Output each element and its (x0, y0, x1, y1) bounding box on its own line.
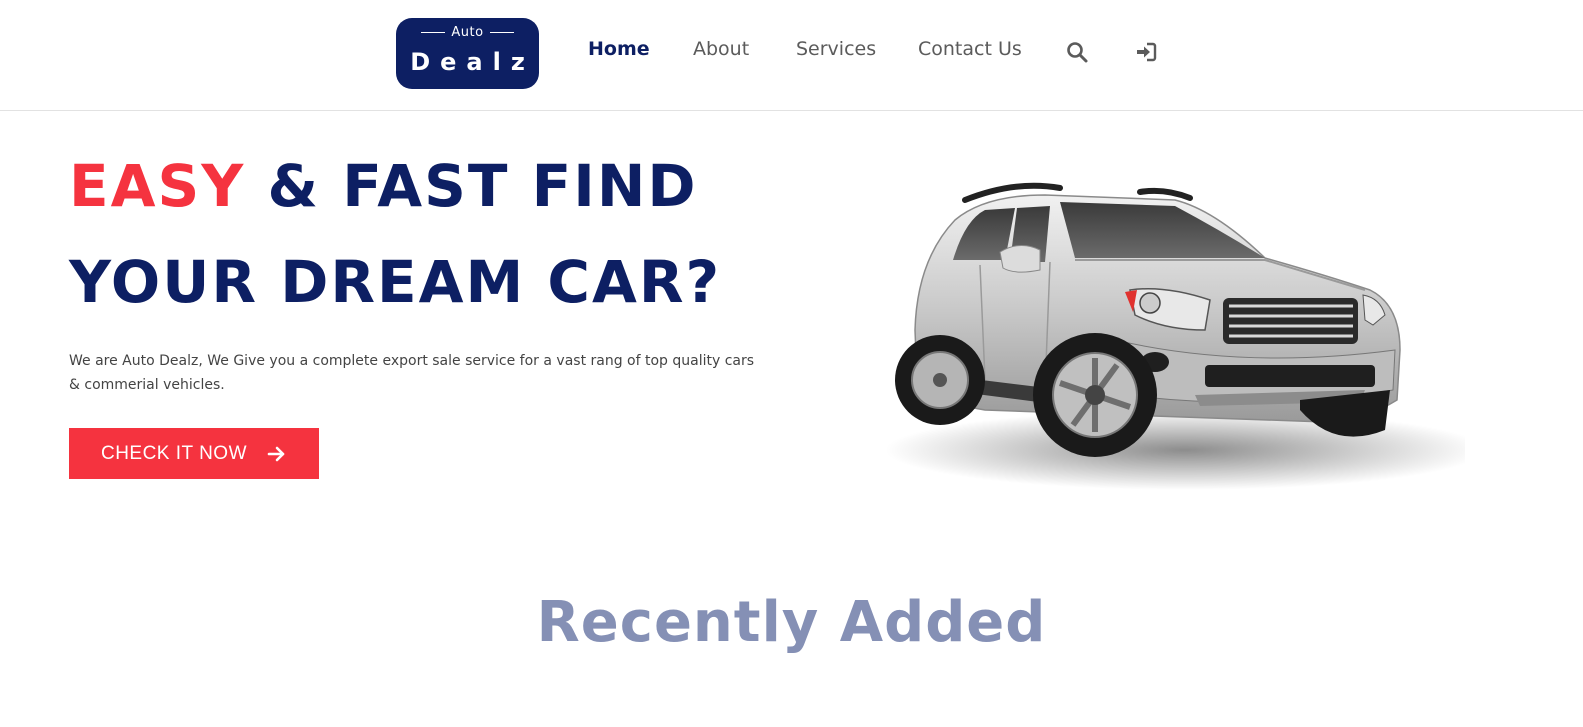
brand-logo[interactable]: Auto Dealz (396, 18, 539, 89)
nav-services[interactable]: Services (796, 38, 876, 60)
nav-about[interactable]: About (693, 38, 749, 60)
recently-added-heading: Recently Added (536, 590, 1047, 655)
hero-title: EASY & FAST FIND YOUR DREAM CAR? (69, 138, 789, 330)
logo-divider-right (489, 32, 514, 33)
logo-top-row: Auto (396, 25, 539, 40)
hero-title-line1-rest: & FAST FIND (245, 152, 698, 220)
hero-description: We are Auto Dealz, We Give you a complet… (69, 353, 755, 393)
hero-title-accent: EASY (69, 152, 246, 220)
cta-label: CHECK IT NOW (100, 442, 248, 464)
login-icon[interactable] (1134, 40, 1158, 64)
logo-top-text: Auto (451, 25, 484, 40)
hero-title-line2: YOUR DREAM CAR? (69, 248, 722, 316)
arrow-right-icon (267, 446, 285, 461)
site-header: Auto Dealz Home About Services Contact U… (0, 0, 1583, 111)
logo-divider-left (421, 32, 446, 33)
nav-contact-us[interactable]: Contact Us (918, 38, 1022, 60)
nav-home[interactable]: Home (588, 38, 650, 60)
check-it-now-button[interactable]: CHECK IT NOW (69, 428, 319, 479)
hero-car-image (845, 140, 1485, 500)
search-icon[interactable] (1065, 40, 1089, 64)
logo-bottom-text: Dealz (410, 48, 535, 76)
